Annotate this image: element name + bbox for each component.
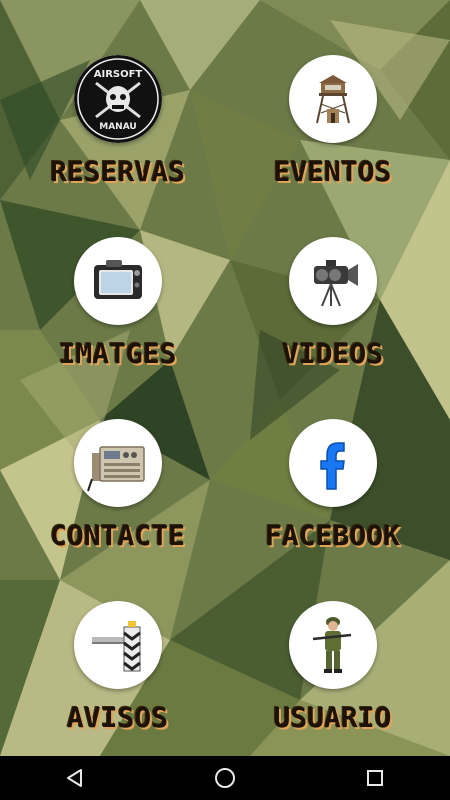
menu-tile-imatges[interactable]: IMATGES [5, 182, 230, 370]
imatges-circle[interactable] [74, 237, 162, 325]
back-icon [67, 769, 82, 787]
warning-barrier-icon [92, 621, 141, 672]
back-button[interactable] [45, 756, 105, 800]
watchtower-icon [316, 75, 350, 124]
soldier-icon [312, 617, 352, 673]
avisos-circle[interactable] [74, 601, 162, 689]
reservas-circle[interactable]: AIRSOFT MANAU [74, 55, 162, 143]
facebook-circle[interactable] [289, 419, 377, 507]
usuario-circle[interactable] [289, 601, 377, 689]
menu-tile-videos[interactable]: VIDEOS [220, 182, 445, 370]
video-camera-icon [314, 260, 358, 307]
contacte-circle[interactable] [74, 419, 162, 507]
avisos-label: AVISOS [66, 701, 169, 734]
recents-button[interactable] [345, 756, 405, 800]
menu-tile-facebook[interactable]: FACEBOOK [220, 364, 445, 552]
radio-transceiver-icon [87, 446, 145, 492]
home-button[interactable] [195, 756, 255, 800]
system-navigation-bar [0, 756, 450, 800]
airsoft-manau-logo-icon: AIRSOFT MANAU [74, 55, 162, 143]
menu-tile-usuario[interactable]: USUARIO [220, 546, 445, 734]
usuario-label: USUARIO [273, 701, 392, 734]
menu-tile-avisos[interactable]: AVISOS [5, 546, 230, 734]
svg-text:AIRSOFT: AIRSOFT [94, 69, 143, 80]
recents-icon [367, 770, 383, 786]
menu-tile-contacte[interactable]: CONTACTE [5, 364, 230, 552]
facebook-icon [320, 442, 345, 490]
svg-text:MANAU: MANAU [99, 122, 136, 132]
home-icon [215, 768, 235, 788]
menu-grid: AIRSOFT MANAU RESERVAS EVENTOS IMATGES V… [0, 0, 450, 756]
camera-icon [94, 260, 142, 299]
videos-circle[interactable] [289, 237, 377, 325]
menu-tile-eventos[interactable]: EVENTOS [220, 0, 445, 188]
eventos-circle[interactable] [289, 55, 377, 143]
menu-tile-reservas[interactable]: AIRSOFT MANAU RESERVAS [5, 0, 230, 188]
